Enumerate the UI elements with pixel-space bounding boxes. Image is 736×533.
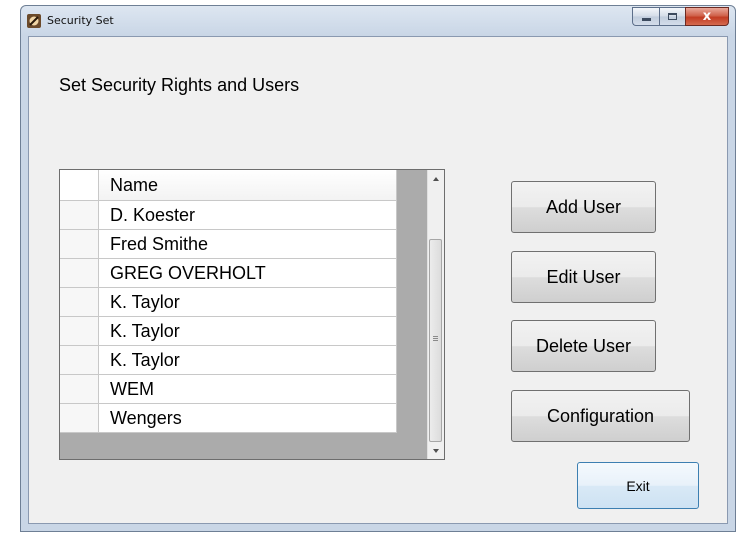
client-area: Set Security Rights and Users Name D. Ko… (28, 36, 728, 524)
scroll-up-button[interactable] (428, 170, 444, 187)
security-set-window: Security Set x Set Security Rights and U… (20, 5, 736, 532)
configuration-button[interactable]: Configuration (511, 390, 690, 442)
scroll-down-button[interactable] (428, 442, 444, 459)
edit-user-button[interactable]: Edit User (511, 251, 656, 303)
row-header[interactable] (60, 375, 99, 404)
name-cell[interactable]: Fred Smithe (99, 230, 397, 259)
minimize-button[interactable] (632, 7, 659, 26)
name-cell[interactable]: K. Taylor (99, 346, 397, 375)
exit-button[interactable]: Exit (577, 462, 699, 509)
close-icon: x (702, 9, 712, 24)
row-header[interactable] (60, 404, 99, 433)
delete-user-button[interactable]: Delete User (511, 320, 656, 372)
table-row[interactable]: Wengers (60, 404, 397, 433)
name-cell[interactable]: WEM (99, 375, 397, 404)
chevron-up-icon (433, 176, 439, 181)
row-header[interactable] (60, 317, 99, 346)
grid-rows: D. Koester Fred Smithe GREG OVERHOLT K. … (60, 201, 397, 433)
grid-corner[interactable] (60, 170, 99, 201)
close-button[interactable]: x (685, 7, 729, 26)
name-cell[interactable]: Wengers (99, 404, 397, 433)
page-title: Set Security Rights and Users (59, 75, 300, 95)
maximize-icon (668, 13, 677, 20)
table-row[interactable]: WEM (60, 375, 397, 404)
name-cell[interactable]: K. Taylor (99, 288, 397, 317)
app-icon (27, 14, 41, 28)
chevron-down-icon (433, 448, 439, 453)
grip-icon (433, 336, 438, 342)
row-header[interactable] (60, 288, 99, 317)
row-header[interactable] (60, 346, 99, 375)
vertical-scrollbar[interactable] (427, 170, 444, 459)
table-row[interactable]: Fred Smithe (60, 230, 397, 259)
table-row[interactable]: K. Taylor (60, 346, 397, 375)
table-row[interactable]: K. Taylor (60, 317, 397, 346)
name-cell[interactable]: GREG OVERHOLT (99, 259, 397, 288)
scroll-thumb[interactable] (429, 239, 442, 442)
maximize-button[interactable] (659, 7, 685, 26)
minimize-icon (641, 18, 651, 21)
row-header[interactable] (60, 230, 99, 259)
table-row[interactable]: D. Koester (60, 201, 397, 230)
window-title: Security Set (47, 14, 114, 27)
row-header[interactable] (60, 201, 99, 230)
add-user-button[interactable]: Add User (511, 181, 656, 233)
name-cell[interactable]: K. Taylor (99, 317, 397, 346)
table-row[interactable]: K. Taylor (60, 288, 397, 317)
title-bar[interactable]: Security Set x (21, 6, 735, 36)
caption-buttons: x (632, 7, 729, 26)
grid-header: Name (60, 170, 397, 201)
table-row[interactable]: GREG OVERHOLT (60, 259, 397, 288)
column-header-name[interactable]: Name (99, 170, 397, 201)
row-header[interactable] (60, 259, 99, 288)
name-cell[interactable]: D. Koester (99, 201, 397, 230)
users-grid[interactable]: Name D. Koester Fred Smithe GREG OVERHOL… (59, 169, 445, 460)
